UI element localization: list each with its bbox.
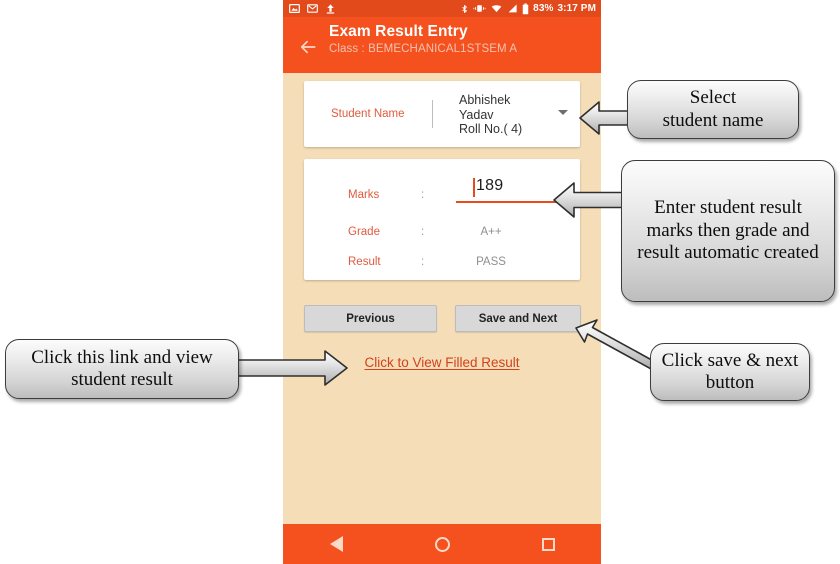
gmail-icon [307,4,318,13]
back-button[interactable] [295,34,321,60]
screenshot-root: 83% 3:17 PM Exam Result Entry Class : BE… [0,0,840,564]
student-last-name: Yadav [459,107,494,122]
marks-label: Marks [348,189,380,201]
callout-select-student-name: Select student name [627,80,799,139]
result-label: Result [348,256,381,268]
grade-separator: : [421,226,425,238]
android-nav-bar [283,524,601,564]
battery-percent: 83% [533,3,554,14]
nav-home-button[interactable] [419,524,465,564]
student-roll-no: Roll No.( 4) [459,122,523,136]
grade-label: Grade [348,226,380,238]
page-title: Exam Result Entry [329,23,468,40]
upload-icon [326,4,335,14]
wifi-icon [491,5,502,13]
marks-input[interactable]: 189 [444,177,566,203]
student-first-name: Abhishek [459,93,511,107]
image-icon [289,4,300,13]
callout-click-save-next: Click save & next button [650,343,810,401]
student-name-value: Abhishek Yadav Roll No.( 4) [459,93,559,137]
vibrate-icon [473,5,486,12]
recents-square-icon [541,537,555,551]
back-arrow-icon [300,40,316,54]
grade-value: A++ [480,226,502,238]
status-bar-left-icons [289,3,336,14]
field-divider [432,100,433,128]
marks-separator: : [421,189,425,201]
phone-screen: 83% 3:17 PM Exam Result Entry Class : BE… [283,0,601,564]
marks-value: 189 [476,177,504,194]
save-and-next-button[interactable]: Save and Next [455,305,581,332]
arrow-to-save-next-button [575,319,660,371]
arrow-to-marks-field [553,182,627,218]
nav-recents-button[interactable] [525,524,571,564]
battery-icon [522,3,529,14]
result-entry-card: Marks : 189 Grade : A++ Result : PASS [304,159,580,280]
result-separator: : [421,256,425,268]
chevron-down-icon[interactable] [558,110,568,115]
class-subtitle: Class : BEMECHANICAL1STSEM A [329,43,518,55]
student-name-label: Student Name [331,108,405,120]
text-cursor [473,178,475,197]
previous-button[interactable]: Previous [304,305,437,332]
arrow-to-student-name [579,101,633,135]
clock: 3:17 PM [557,3,596,14]
home-circle-icon [434,536,450,552]
back-triangle-icon [329,536,343,552]
app-bar: Exam Result Entry Class : BEMECHANICAL1S… [283,17,601,73]
bluetooth-icon [462,4,467,13]
callout-click-link: Click this link and view student result [5,339,239,399]
result-value: PASS [476,256,506,268]
status-bar-right-icons: 83% 3:17 PM [460,0,596,17]
nav-back-button[interactable] [313,524,359,564]
callout-enter-marks: Enter student result marks then grade an… [621,160,835,302]
status-bar: 83% 3:17 PM [283,0,601,17]
arrow-to-result-link [233,350,348,386]
marks-underline [456,201,566,203]
signal-icon [508,4,517,13]
student-name-card[interactable]: Student Name Abhishek Yadav Roll No.( 4) [304,81,580,147]
